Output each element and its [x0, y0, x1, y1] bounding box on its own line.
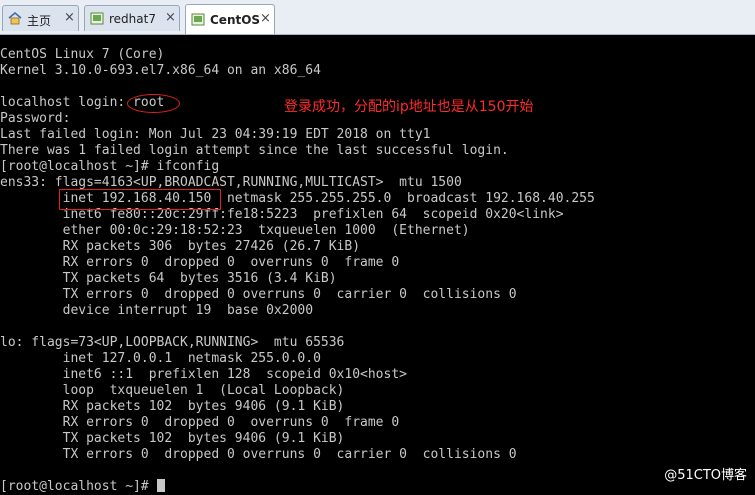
terminal-line: Last failed login: Mon Jul 23 04:39:19 E…: [0, 127, 431, 142]
close-icon[interactable]: ×: [165, 10, 176, 25]
tab-label: 主页: [27, 14, 52, 28]
terminal-line: CentOS Linux 7 (Core): [0, 47, 165, 62]
vm-icon: [191, 13, 205, 26]
tab-centos[interactable]: CentOS ×: [185, 4, 275, 34]
terminal-line: ether 00:0c:29:18:52:23 txqueuelen 1000 …: [0, 223, 470, 238]
terminal-line: RX packets 102 bytes 9406 (9.1 KiB): [0, 399, 345, 414]
terminal-line: There was 1 failed login attempt since t…: [0, 143, 509, 158]
home-icon: [8, 12, 22, 25]
terminal-line: TX errors 0 dropped 0 overruns 0 carrier…: [0, 287, 517, 302]
highlight-box: [59, 189, 221, 210]
tab-label: CentOS: [210, 13, 261, 27]
terminal-console[interactable]: CentOS Linux 7 (Core) Kernel 3.10.0-693.…: [0, 35, 755, 494]
terminal-line: TX packets 64 bytes 3516 (3.4 KiB): [0, 271, 337, 286]
terminal-line: TX errors 0 dropped 0 overruns 0 carrier…: [0, 447, 517, 462]
highlight-ellipse: [127, 94, 180, 113]
watermark: @51CTO博客: [664, 468, 747, 483]
terminal-line: RX errors 0 dropped 0 overruns 0 frame 0: [0, 415, 400, 430]
terminal-line: TX packets 102 bytes 9406 (9.1 KiB): [0, 431, 345, 446]
terminal-line: Kernel 3.10.0-693.el7.x86_64 on an x86_6…: [0, 63, 321, 78]
terminal-line: RX errors 0 dropped 0 overruns 0 frame 0: [0, 255, 400, 270]
terminal-line: lo: flags=73<UP,LOOPBACK,RUNNING> mtu 65…: [0, 335, 345, 350]
terminal-line: [root@localhost ~]# ifconfig: [0, 159, 220, 174]
terminal-prompt: [root@localhost ~]#: [0, 479, 157, 494]
text-cursor: [156, 479, 165, 492]
terminal-line: device interrupt 19 base 0x2000: [0, 303, 314, 318]
terminal-line: inet6 ::1 prefixlen 128 scopeid 0x10<hos…: [0, 367, 407, 382]
terminal-line: RX packets 306 bytes 27426 (26.7 KiB): [0, 239, 361, 254]
tab-bar: 主页 × redhat7 × CentOS ×: [0, 0, 755, 35]
tab-home[interactable]: 主页 ×: [2, 5, 79, 31]
annotation-text: 登录成功，分配的ip地址也是从150开始: [284, 99, 534, 115]
close-icon[interactable]: ×: [260, 11, 271, 26]
tab-label: redhat7: [109, 12, 156, 26]
terminal-line: Password:: [0, 111, 71, 126]
vm-icon: [90, 12, 104, 25]
terminal-line: loop txqueuelen 1 (Local Loopback): [0, 383, 345, 398]
tab-redhat7[interactable]: redhat7 ×: [84, 5, 180, 31]
terminal-line: inet 127.0.0.1 netmask 255.0.0.0: [0, 351, 321, 366]
close-icon[interactable]: ×: [64, 10, 75, 25]
